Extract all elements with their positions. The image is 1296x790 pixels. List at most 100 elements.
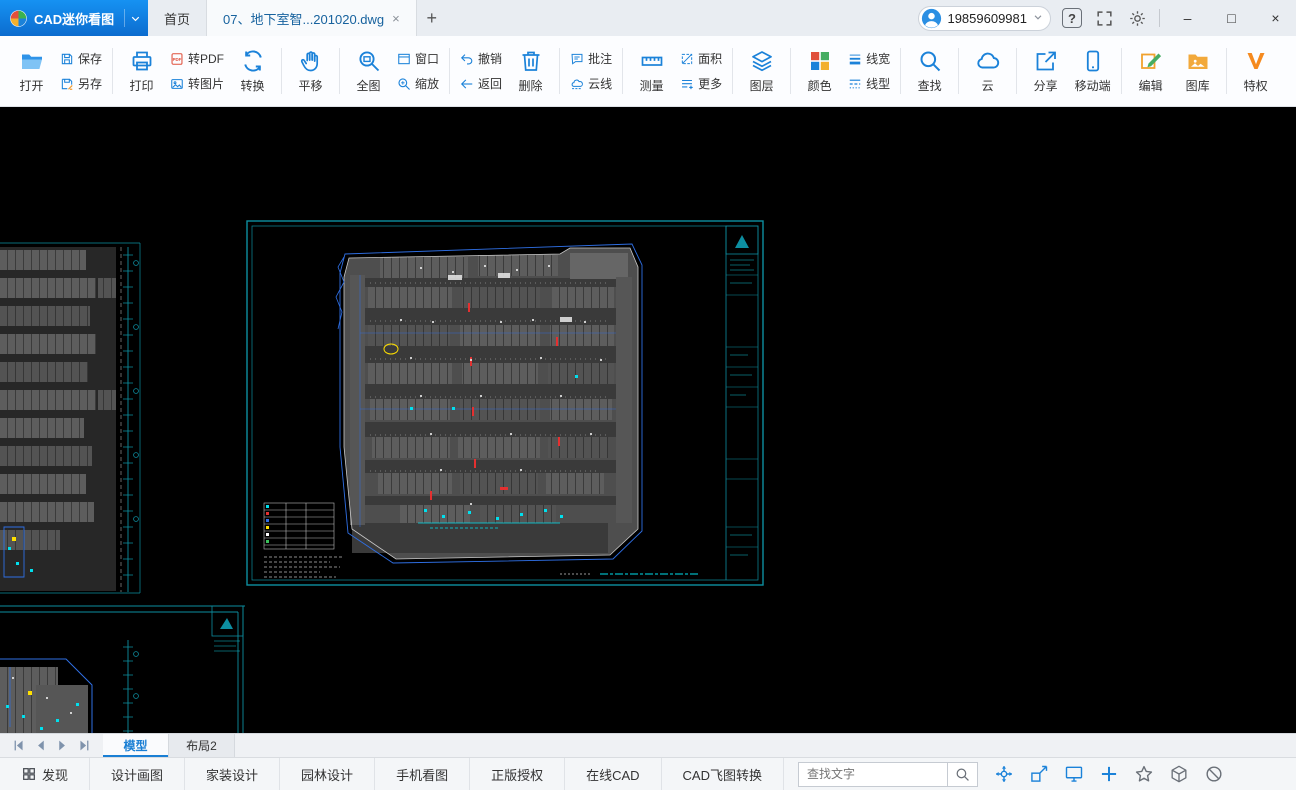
tab-home[interactable]: 首页	[148, 0, 207, 36]
status-items: 发现设计画图 家装设计 园林设计 手机看图正版授权在线CADCAD飞图转换	[0, 758, 784, 790]
toolbar: 打开保存另存打印PDF转PDF转图片转换平移全图窗口缩放撤销返回删除批注云线测量…	[0, 36, 1296, 107]
search-button[interactable]	[948, 762, 978, 787]
toolbar-divider	[900, 48, 901, 94]
crosshair-icon[interactable]	[1099, 764, 1119, 784]
toolbar-linewidth-button[interactable]: 线宽	[848, 50, 890, 67]
toolbar-more-button[interactable]: 更多	[680, 75, 722, 92]
toolbar-divider	[112, 48, 113, 94]
status-item-1[interactable]: 设计画图	[90, 758, 185, 790]
toolbar-pan-button[interactable]: 平移	[287, 36, 334, 106]
sheet-tab-layout[interactable]: 布局2	[169, 734, 235, 757]
status-item-6[interactable]: 在线CAD	[565, 758, 661, 790]
toolbar-group: 批注云线	[563, 36, 619, 106]
snap-icon[interactable]	[1029, 764, 1049, 784]
toolbar-save-as-button[interactable]: 另存	[60, 75, 102, 92]
first-sheet-icon[interactable]	[12, 739, 25, 752]
status-item-5[interactable]: 正版授权	[470, 758, 565, 790]
toolbar-layers-button[interactable]: 图层	[738, 36, 785, 106]
display-icon[interactable]	[1064, 764, 1084, 784]
status-item-0[interactable]: 发现	[0, 758, 90, 790]
toolbar-back-button[interactable]: 返回	[460, 75, 502, 92]
toolbar-find-button[interactable]: 查找	[906, 36, 953, 106]
toolbar-button-label: 云线	[588, 75, 612, 92]
cube-icon[interactable]	[1169, 764, 1189, 784]
maximize-button[interactable]: □	[1215, 0, 1248, 36]
layers-icon	[750, 49, 774, 73]
titlebar: CAD迷你看图 首页 07、地下室智...201020.dwg× + 198596…	[0, 0, 1296, 36]
measure-icon	[640, 49, 664, 73]
toolbar-trash-button[interactable]: 删除	[507, 36, 554, 106]
toolbar-cloudline-button[interactable]: 云线	[570, 75, 612, 92]
toolbar-divider	[790, 48, 791, 94]
toolbar-mobile-button[interactable]: 移动端	[1069, 36, 1116, 106]
cad-drawing	[0, 107, 1296, 733]
toolbar-group: 分享移动端	[1020, 36, 1118, 106]
last-sheet-icon[interactable]	[78, 739, 91, 752]
toolbar-share-button[interactable]: 分享	[1022, 36, 1069, 106]
toolbar-gallery-button[interactable]: 图库	[1174, 36, 1221, 106]
toolbar-image-button[interactable]: 转图片	[170, 75, 224, 92]
toolbar-button-label: 全图	[357, 77, 381, 94]
sheet-tab-model[interactable]: 模型	[103, 734, 169, 757]
fullscreen-icon[interactable]	[1093, 7, 1115, 29]
toolbar-printer-button[interactable]: 打印	[118, 36, 165, 106]
sheet-tabs: 模型布局2	[103, 734, 235, 757]
status-item-7[interactable]: CAD飞图转换	[662, 758, 784, 790]
toolbar-edit-button[interactable]: 编辑	[1127, 36, 1174, 106]
toolbar-button-label: 面积	[698, 50, 722, 67]
toolbar-button-label: 线宽	[866, 50, 890, 67]
toolbar-divider	[281, 48, 282, 94]
image-icon	[170, 77, 184, 91]
next-sheet-icon[interactable]	[56, 739, 69, 752]
status-item-4[interactable]: 手机看图	[375, 758, 470, 790]
toolbar-area-button[interactable]: 面积	[680, 50, 722, 67]
linewidth-icon	[848, 52, 862, 66]
search-input[interactable]	[798, 762, 948, 787]
tab-document-active[interactable]: 07、地下室智...201020.dwg×	[207, 0, 417, 36]
close-button[interactable]: ×	[1259, 0, 1292, 36]
minimize-button[interactable]: –	[1171, 0, 1204, 36]
bottomleft-sheet	[0, 606, 245, 733]
status-item-label: 园林设计	[301, 765, 353, 784]
toolbar-fit-button[interactable]: 全图	[345, 36, 392, 106]
status-item-label: 家装设计	[206, 765, 258, 784]
toolbar-stack: 保存另存	[55, 36, 107, 106]
toolbar-group: 平移	[285, 36, 336, 106]
toolbar-button-label: 图库	[1186, 77, 1210, 94]
toolbar-button-label: 测量	[640, 77, 664, 94]
cad-canvas[interactable]	[0, 107, 1296, 733]
toolbar-convert-button[interactable]: 转换	[229, 36, 276, 106]
close-tab-icon[interactable]: ×	[392, 12, 400, 25]
toolbar-vip-button[interactable]: 特权	[1232, 36, 1279, 106]
toolbar-pdf-button[interactable]: PDF转PDF	[170, 50, 224, 67]
toolbar-save-button[interactable]: 保存	[60, 50, 102, 67]
status-item-2[interactable]: 家装设计	[185, 758, 280, 790]
help-button[interactable]: ?	[1062, 8, 1082, 28]
toolbar-folder-open-button[interactable]: 打开	[8, 36, 55, 106]
toolbar-cloud-button[interactable]: 云	[964, 36, 1011, 106]
toolbar-color-button[interactable]: 颜色	[796, 36, 843, 106]
account-pill[interactable]: 19859609981	[918, 6, 1051, 31]
share-icon	[1034, 49, 1058, 73]
chevron-down-icon[interactable]	[124, 9, 142, 27]
toolbar-undo-button[interactable]: 撤销	[460, 50, 502, 67]
account-number: 19859609981	[947, 11, 1027, 26]
prev-sheet-icon[interactable]	[34, 739, 47, 752]
gear-icon[interactable]	[1126, 7, 1148, 29]
status-item-3[interactable]: 园林设计	[280, 758, 375, 790]
move-icon[interactable]	[994, 764, 1014, 784]
toolbar-measure-button[interactable]: 测量	[628, 36, 675, 106]
pdf-icon: PDF	[170, 52, 184, 66]
toolbar-zoom-button[interactable]: 缩放	[397, 75, 439, 92]
toolbar-button-label: 撤销	[478, 50, 502, 67]
tab-label: 首页	[164, 9, 190, 28]
new-tab-button[interactable]: +	[417, 0, 447, 36]
toolbar-button-label: 移动端	[1075, 77, 1111, 94]
star-icon[interactable]	[1134, 764, 1154, 784]
toolbar-annotate-button[interactable]: 批注	[570, 50, 612, 67]
clean-icon[interactable]	[1204, 764, 1224, 784]
toolbar-window-button[interactable]: 窗口	[397, 50, 439, 67]
toolbar-stack: PDF转PDF 转图片	[165, 36, 229, 106]
toolbar-linetype-button[interactable]: 线型	[848, 75, 890, 92]
app-menu-button[interactable]: CAD迷你看图	[0, 0, 148, 36]
